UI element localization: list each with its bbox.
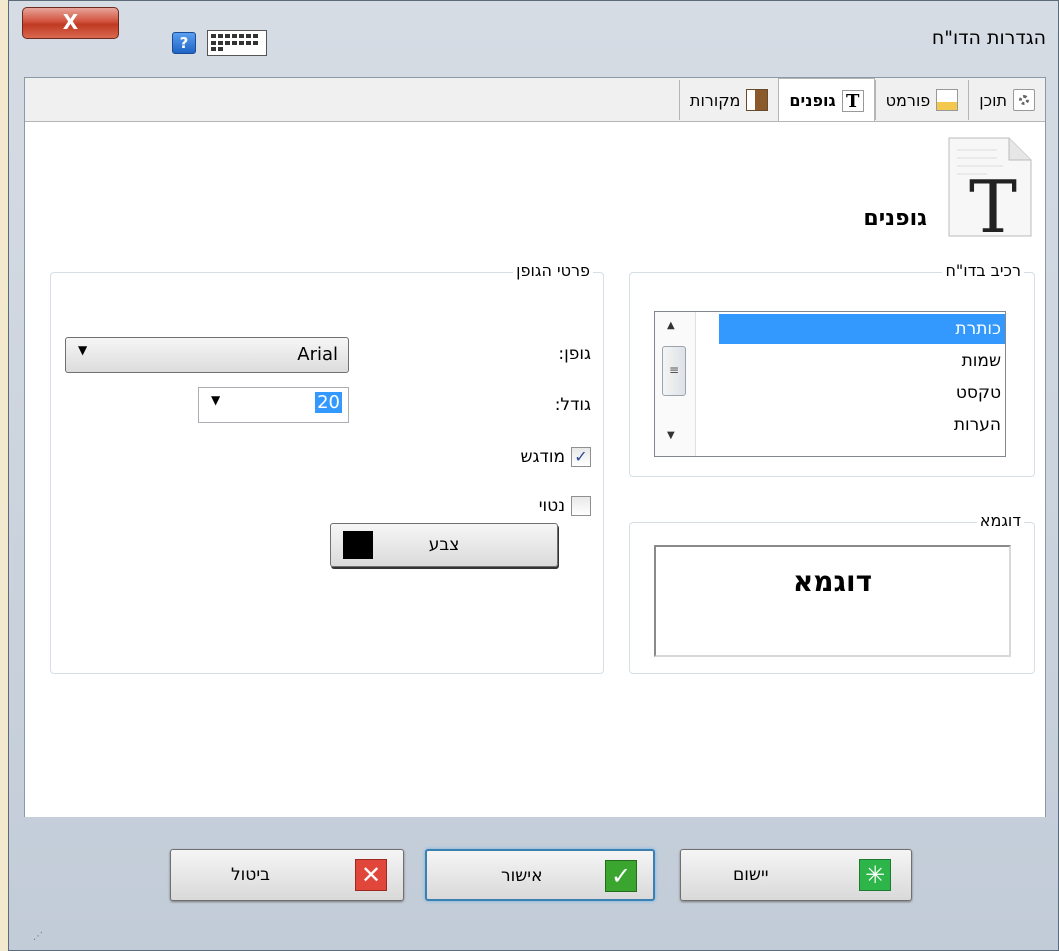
dialog-client: תוכן פורמט T גופנים מקורות T גופנים רכיב… (24, 77, 1046, 817)
tab-label: גופנים (789, 91, 836, 110)
dialog-window: X ? הגדרות הדו"ח תוכן פורמט T גופנים מקו… (8, 0, 1059, 951)
sample-group: דוגמא דוגמא (629, 511, 1035, 674)
bold-checkbox[interactable]: ✓ מודגש (520, 447, 591, 467)
italic-check-box[interactable] (571, 496, 591, 516)
checkmark-icon: ✓ (605, 860, 637, 892)
svg-text:T: T (969, 165, 1017, 238)
cancel-label: ביטול (231, 865, 270, 885)
apply-button[interactable]: ✳ יישום (680, 849, 912, 901)
list-item[interactable]: שמות (719, 346, 1005, 376)
list-scrollbar[interactable]: ▲ ≡ ▼ (655, 312, 696, 456)
report-component-group: רכיב בדו"ח כותרת שמות טקסט הערות ▲ ≡ ▼ (629, 261, 1035, 477)
font-combo[interactable]: Arial ▼ (65, 337, 349, 373)
scroll-down-icon[interactable]: ▼ (667, 430, 675, 441)
list-item[interactable]: כותרת (719, 314, 1005, 344)
size-value: 20 (315, 392, 342, 413)
size-combo[interactable]: 20 ▼ (198, 387, 349, 423)
font-details-group: פרטי הגופן גופן: Arial ▼ גודל: 20 ▼ ✓ מו… (50, 261, 604, 674)
size-label: גודל: (554, 395, 591, 415)
report-component-list[interactable]: כותרת שמות טקסט הערות ▲ ≡ ▼ (654, 311, 1006, 457)
font-document-icon: T (948, 137, 1032, 238)
resize-grip-icon[interactable]: ⋰ (33, 931, 43, 942)
sample-legend: דוגמא (976, 511, 1024, 530)
ok-label: אישור (501, 866, 543, 886)
sample-preview: דוגמא (654, 545, 1011, 657)
sample-text: דוגמא (792, 565, 873, 598)
font-label: גופן: (558, 344, 591, 364)
italic-label: נטוי (538, 496, 565, 516)
tab-fonts[interactable]: T גופנים (778, 78, 875, 122)
keyboard-icon[interactable] (207, 30, 267, 56)
color-button[interactable]: צבע (330, 523, 558, 567)
bold-check-box[interactable]: ✓ (571, 447, 591, 467)
tab-sources[interactable]: מקורות (678, 80, 778, 120)
button-bar: ✕ ביטול ✓ אישור ✳ יישום (24, 821, 1046, 931)
ok-button[interactable]: ✓ אישור (425, 849, 655, 901)
apply-label: יישום (733, 865, 769, 885)
clipboard-icon (746, 89, 769, 111)
list-item[interactable]: טקסט (719, 378, 1005, 408)
gear-page-icon (1013, 89, 1035, 111)
fonts-panel: T גופנים רכיב בדו"ח כותרת שמות טקסט הערו… (25, 121, 1045, 817)
tab-label: פורמט (885, 90, 931, 110)
help-button[interactable]: ? (172, 32, 196, 54)
tab-label: תוכן (979, 90, 1007, 110)
close-icon: ✕ (355, 859, 387, 891)
tab-strip: תוכן פורמט T גופנים מקורות (678, 78, 1045, 122)
italic-checkbox[interactable]: נטוי (539, 496, 591, 516)
tab-label: מקורות (689, 90, 741, 110)
page-title: גופנים (863, 206, 927, 231)
font-value: Arial (297, 344, 338, 365)
font-page-icon: T (841, 89, 864, 112)
scroll-up-icon[interactable]: ▲ (667, 320, 675, 331)
bold-label: מודגש (520, 447, 565, 467)
list-item[interactable]: הערות (719, 410, 1005, 440)
tab-content[interactable]: תוכן (968, 80, 1045, 120)
report-component-legend: רכיב בדו"ח (942, 261, 1024, 280)
font-details-legend: פרטי הגופן (513, 261, 593, 280)
cancel-button[interactable]: ✕ ביטול (170, 849, 404, 901)
chevron-down-icon: ▼ (211, 393, 221, 407)
close-button[interactable]: X (22, 7, 119, 39)
window-title: הגדרות הדו"ח (931, 27, 1046, 49)
title-bar: X ? הגדרות הדו"ח (9, 1, 1059, 77)
format-page-icon (936, 89, 959, 111)
apply-icon: ✳ (859, 859, 891, 891)
tab-format[interactable]: פורמט (874, 80, 969, 120)
scroll-thumb[interactable]: ≡ (662, 346, 686, 396)
color-label: צבע (428, 535, 460, 555)
chevron-down-icon: ▼ (78, 343, 88, 357)
